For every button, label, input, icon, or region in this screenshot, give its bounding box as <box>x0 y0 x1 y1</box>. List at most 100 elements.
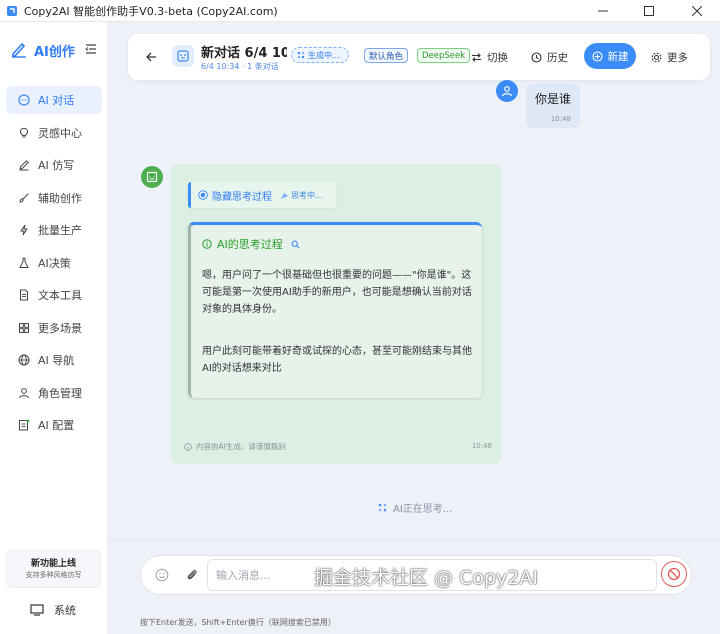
ai-message: 隐藏思考过程 思考中... AI的思考过程 嗯，用户问了一个很基础但也很重要的问… <box>170 164 502 464</box>
attach-button[interactable] <box>185 568 199 582</box>
arrow-left-icon <box>146 52 156 62</box>
input-hint: 按下Enter发送，Shift+Enter换行（联网搜索已禁用） <box>140 618 336 627</box>
window-title: Copy2AI 智能创作助手V0.3-beta (Copy2AI.com) <box>24 4 278 18</box>
maximize-icon <box>644 6 654 16</box>
info-icon <box>184 442 192 451</box>
sidebar-item-5[interactable]: AI决策 <box>6 249 102 277</box>
loading-dots-icon <box>297 51 305 59</box>
minimize-button[interactable] <box>580 0 626 22</box>
sidebar-item-label: AI 配置 <box>38 419 75 432</box>
more-button[interactable]: 更多 <box>651 47 688 67</box>
pen-icon <box>18 159 30 171</box>
emoji-button[interactable] <box>155 568 169 582</box>
assistant-avatar <box>172 45 194 67</box>
lightbulb-icon <box>18 127 30 139</box>
promo-title: 新功能上线 <box>30 559 76 569</box>
history-label: 历史 <box>547 51 568 64</box>
robot-icon <box>177 50 189 62</box>
sidebar-item-7[interactable]: 更多场景 <box>6 314 102 342</box>
toggle-thinking-button[interactable]: 隐藏思考过程 思考中... <box>188 182 336 208</box>
app-logo-icon <box>6 5 18 17</box>
sidebar: AI创作 AI 对话 灵感中心 AI 仿写 辅助创作 批量生产 AI决策 文本工具 更多场景 A… <box>0 22 108 634</box>
ai-avatar <box>141 166 163 188</box>
model-tag[interactable]: DeepSeek <box>417 48 471 63</box>
chat-icon <box>18 94 30 106</box>
thinking-title-text: AI的思考过程 <box>217 238 283 251</box>
sidebar-item-label: 灵感中心 <box>38 126 82 140</box>
sidebar-item-label: AI 对话 <box>38 94 75 107</box>
sidebar-item-label: AI决策 <box>38 256 71 270</box>
paperclip-icon <box>187 570 197 580</box>
more-label: 更多 <box>667 51 688 64</box>
system-button[interactable]: 系统 <box>30 602 76 618</box>
thinking-title: AI的思考过程 <box>202 236 300 252</box>
minimize-icon <box>598 10 608 12</box>
brand[interactable]: AI创作 <box>10 40 75 61</box>
sidebar-item-label: 文本工具 <box>38 289 82 302</box>
new-chat-button[interactable]: 新建 <box>584 43 636 69</box>
main-area: 新对话 6/4 10: 6/4 10:34 · 1 条对话 生成中... 默认角… <box>108 22 720 634</box>
sidebar-item-2[interactable]: AI 仿写 <box>6 151 102 179</box>
ai-disclaimer: 内容由AI生成，请谨慎甄别 <box>184 441 286 452</box>
promo-card[interactable]: 新功能上线 支持多种风格仿写 <box>6 550 101 588</box>
collapse-sidebar-button[interactable] <box>84 42 98 56</box>
gear-icon <box>651 52 662 63</box>
close-icon <box>692 6 702 16</box>
sidebar-item-label: AI 导航 <box>38 354 75 367</box>
close-button[interactable] <box>674 0 720 22</box>
switch-label: 切换 <box>487 51 508 64</box>
thinking-label: 思考中... <box>291 190 323 200</box>
sidebar-nav: AI 对话灵感中心 AI 仿写辅助创作批量生产 AI决策文本工具更多场景 AI 导航角… <box>0 86 108 444</box>
document-icon <box>18 289 30 301</box>
settings-doc-icon <box>18 419 30 431</box>
role-tag[interactable]: 默认角色 <box>364 48 409 63</box>
conversation-title: 新对话 6/4 10: <box>201 46 287 61</box>
magnifier-icon <box>291 240 300 249</box>
promo-subtitle: 支持多种风格仿写 <box>25 571 82 579</box>
thinking-process-card: AI的思考过程 嗯，用户问了一个很基础但也很重要的问题——"你是谁"。这可能是第… <box>188 222 482 398</box>
user-message-time: 10:48 <box>550 115 571 123</box>
sidebar-item-label: 更多场景 <box>38 321 82 335</box>
stop-generation-button[interactable] <box>661 561 687 587</box>
ai-message-time: 10:48 <box>471 442 492 450</box>
smiley-icon <box>155 568 169 582</box>
sidebar-item-10[interactable]: AI 配置 <box>6 411 102 439</box>
history-button[interactable]: 历史 <box>531 47 568 67</box>
flask-icon <box>18 257 30 269</box>
chat-header: 新对话 6/4 10: 6/4 10:34 · 1 条对话 生成中... 默认角… <box>128 34 710 80</box>
ai-disclaimer-text: 内容由AI生成，请谨慎甄别 <box>196 442 286 451</box>
pen-logo-icon <box>10 40 28 61</box>
thinking-paragraph-1: 嗯，用户问了一个很基础但也很重要的问题——"你是谁"。这可能是第一次使用AI助手… <box>202 270 472 315</box>
radio-dot-icon <box>198 190 208 200</box>
sidebar-item-label: 辅助创作 <box>38 191 82 205</box>
sidebar-item-3[interactable]: 辅助创作 <box>6 184 102 212</box>
user-icon <box>18 387 30 399</box>
thinking-indicator: 思考中... <box>280 190 323 201</box>
user-message-text: 你是谁 <box>535 92 572 106</box>
user-avatar <box>496 80 518 102</box>
sidebar-item-label: AI 仿写 <box>38 159 75 172</box>
info-circle-icon <box>202 239 212 249</box>
clock-icon <box>531 51 542 63</box>
new-chat-label: 新建 <box>607 50 629 63</box>
sidebar-item-8[interactable]: AI 导航 <box>6 346 102 374</box>
conversation-subtitle: 6/4 10:34 · 1 条对话 <box>201 62 279 71</box>
sidebar-item-9[interactable]: 角色管理 <box>6 379 102 407</box>
back-button[interactable] <box>142 48 160 66</box>
plus-circle-icon <box>591 50 603 62</box>
toggle-thinking-label: 隐藏思考过程 <box>212 191 272 203</box>
switch-button[interactable]: 切换 <box>471 47 508 67</box>
swap-icon <box>471 52 482 63</box>
sidebar-item-4[interactable]: 批量生产 <box>6 216 102 244</box>
maximize-button[interactable] <box>626 0 672 22</box>
brush-icon <box>18 192 30 204</box>
user-message: 你是谁 10:48 <box>526 84 580 128</box>
sidebar-item-6[interactable]: 文本工具 <box>6 281 102 309</box>
system-label: 系统 <box>54 604 76 617</box>
title-bar: Copy2AI 智能创作助手V0.3-beta (Copy2AI.com) <box>0 0 720 22</box>
user-icon <box>501 86 513 97</box>
sidebar-item-1[interactable]: 灵感中心 <box>6 119 102 147</box>
generating-label: 生成中... <box>308 50 340 60</box>
globe-icon <box>18 354 30 366</box>
sidebar-item-0[interactable]: AI 对话 <box>6 86 102 114</box>
